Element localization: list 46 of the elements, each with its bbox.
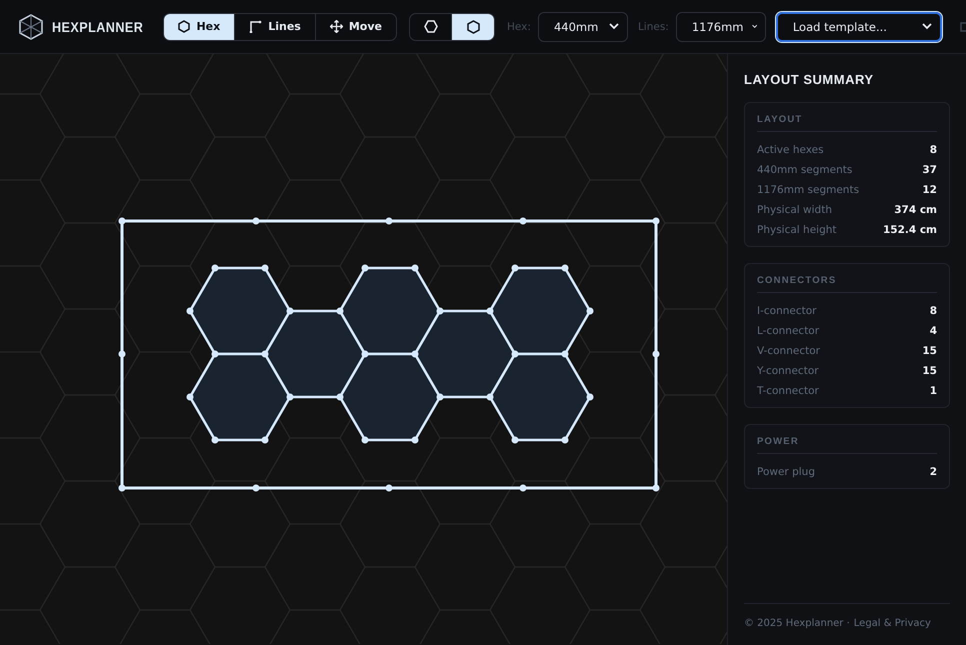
- stat-label: T-connector: [757, 385, 819, 397]
- stat-value: 8: [930, 305, 937, 317]
- stat-value: 152.4 cm: [882, 224, 937, 236]
- hexagon-icon: [178, 20, 190, 33]
- orientation-toggle[interactable]: [452, 14, 494, 40]
- stat-value: 374 cm: [894, 204, 937, 216]
- stat-label: L-connector: [757, 325, 820, 337]
- dropdown-select[interactable]: 1176mm: [676, 12, 766, 42]
- hexagon-icon: [424, 20, 438, 33]
- hexagon-icon: [466, 20, 480, 34]
- stat-label: Active hexes: [757, 144, 824, 156]
- stat-value: 1: [930, 385, 937, 397]
- stat-value: 15: [922, 345, 937, 357]
- dropdown-select[interactable]: 440mm: [538, 12, 628, 42]
- corner-line-icon: [249, 20, 262, 33]
- stat-value: 4: [930, 325, 937, 337]
- stat-label: Power plug: [757, 466, 815, 478]
- stat-label: Y-connector: [757, 365, 819, 377]
- mode-tab[interactable]: Lines: [235, 14, 316, 40]
- dropdown-select[interactable]: Load template...: [776, 12, 942, 42]
- copyright-text: © 2025 Hexplanner ·: [744, 618, 850, 629]
- stat-label: 440mm segments: [757, 164, 852, 176]
- select-label: Lines:: [638, 20, 669, 32]
- stat-value: 2: [930, 466, 937, 478]
- mode-tab[interactable]: Move: [316, 14, 396, 40]
- stat-value: 8: [930, 144, 937, 156]
- chevron-down-icon: [608, 23, 619, 30]
- summary-title: LAYOUT SUMMARY: [744, 72, 875, 87]
- stat-label: 1176mm segments: [757, 184, 860, 196]
- stat-label: Physical height: [757, 224, 837, 236]
- card-title: LAYOUT: [757, 114, 937, 132]
- app-title: HEXPLANNER: [52, 18, 144, 34]
- stat-value: 37: [922, 164, 937, 176]
- stat-value: 12: [922, 184, 937, 196]
- stat-label: V-connector: [757, 345, 820, 357]
- select-label: Hex:: [507, 20, 531, 32]
- stat-label: Physical width: [757, 204, 832, 216]
- stat-value: 15: [922, 365, 937, 377]
- move-arrows-icon: [330, 20, 343, 33]
- chevron-down-icon: [922, 23, 932, 30]
- card-title: POWER: [757, 436, 937, 454]
- stat-label: I-connector: [757, 305, 816, 317]
- mode-tab[interactable]: Hex: [164, 14, 236, 40]
- cube-logo-icon: [19, 14, 43, 40]
- chevron-down-icon: [752, 23, 757, 30]
- card-title: CONNECTORS: [757, 275, 937, 293]
